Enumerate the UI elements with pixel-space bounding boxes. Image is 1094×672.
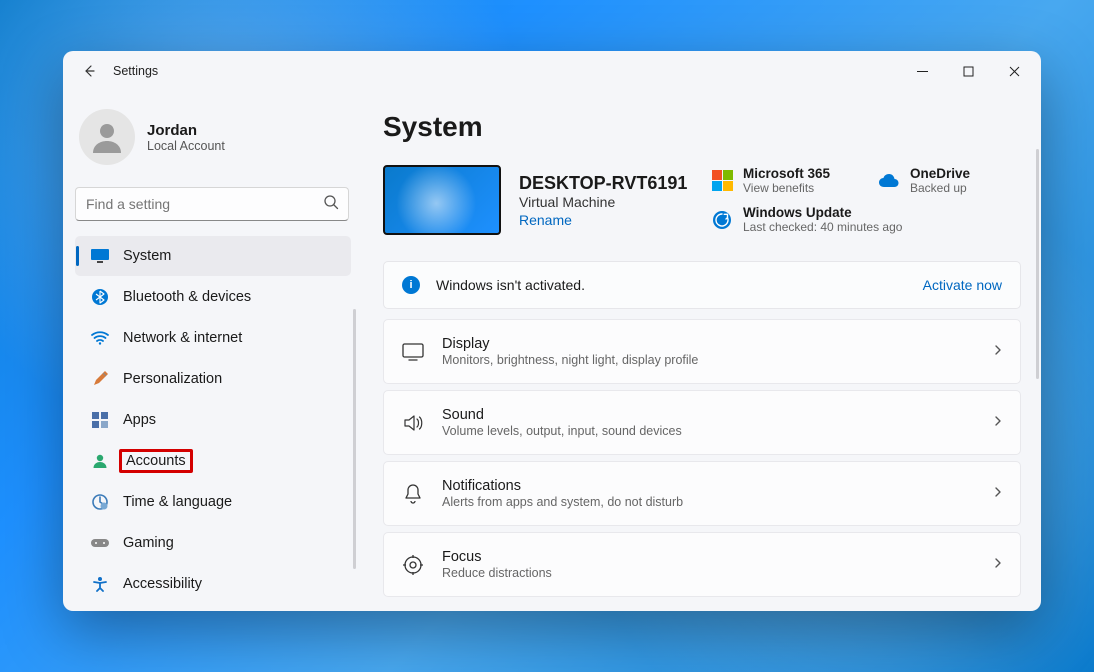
clock-globe-icon [91,494,109,510]
chevron-right-icon [992,485,1004,503]
chevron-right-icon [992,556,1004,574]
paintbrush-icon [91,371,109,387]
close-button[interactable] [991,56,1037,86]
quick-update[interactable]: Windows UpdateLast checked: 40 minutes a… [711,204,1021,235]
profile-name: Jordan [147,122,225,139]
card-title: Display [442,336,992,352]
sidebar-item-network-internet[interactable]: Network & internet [75,318,351,358]
person-icon [91,453,109,469]
sidebar-item-time-language[interactable]: Time & language [75,482,351,522]
accessibility-icon [91,576,109,592]
maximize-button[interactable] [945,56,991,86]
back-button[interactable] [75,57,103,85]
info-icon: i [402,276,420,294]
quick-m365[interactable]: Microsoft 365View benefits [711,165,854,196]
chevron-right-icon [992,343,1004,361]
sidebar-item-accounts[interactable]: Accounts [75,441,351,481]
bluetooth-icon [91,289,109,305]
sidebar-item-system[interactable]: System [75,236,351,276]
minimize-icon [917,66,928,77]
sidebar-item-accessibility[interactable]: Accessibility [75,564,351,604]
quick-update-title: Windows Update [743,205,902,220]
sidebar-item-label: Accessibility [123,576,202,592]
card-title: Sound [442,407,992,423]
search-input[interactable] [75,187,349,221]
quick-links: Microsoft 365View benefits OneDriveBacke… [711,165,1021,235]
search-container [75,187,349,221]
update-icon [711,209,733,231]
gamepad-icon [91,537,109,549]
main-scrollbar[interactable] [1036,149,1039,379]
sidebar-item-personalization[interactable]: Personalization [75,359,351,399]
search-icon [323,194,339,215]
minimize-button[interactable] [899,56,945,86]
sidebar-item-label: Personalization [123,371,222,387]
close-icon [1009,66,1020,77]
card-title: Notifications [442,478,992,494]
card-subtitle: Volume levels, output, input, sound devi… [442,424,992,438]
settings-card-notifications[interactable]: NotificationsAlerts from apps and system… [383,461,1021,526]
settings-card-display[interactable]: DisplayMonitors, brightness, night light… [383,319,1021,384]
main-content: System DESKTOP-RVT6191 Virtual Machine R… [363,91,1041,611]
quick-m365-sub: View benefits [743,181,830,195]
arrow-left-icon [81,63,97,79]
sidebar-item-gaming[interactable]: Gaming [75,523,351,563]
sidebar-item-apps[interactable]: Apps [75,400,351,440]
device-thumbnail[interactable] [383,165,501,235]
settings-card-sound[interactable]: SoundVolume levels, output, input, sound… [383,390,1021,455]
profile-block[interactable]: Jordan Local Account [75,99,363,179]
activation-banner: i Windows isn't activated. Activate now [383,261,1021,309]
activate-link[interactable]: Activate now [923,277,1002,293]
card-subtitle: Reduce distractions [442,566,992,580]
quick-onedrive-sub: Backed up [910,181,970,195]
monitor-icon [91,249,109,263]
microsoft-logo-icon [711,170,733,192]
sidebar-item-label: Time & language [123,494,232,510]
card-title: Focus [442,549,992,565]
bell-icon [400,483,426,505]
sidebar-item-label: System [123,248,171,264]
quick-m365-title: Microsoft 365 [743,166,830,181]
window-title: Settings [113,64,158,78]
device-name: DESKTOP-RVT6191 [519,173,687,194]
quick-update-sub: Last checked: 40 minutes ago [743,220,902,234]
display-icon [400,343,426,361]
settings-card-focus[interactable]: FocusReduce distractions [383,532,1021,597]
card-subtitle: Monitors, brightness, night light, displ… [442,353,992,367]
sidebar-item-label: Network & internet [123,330,242,346]
device-row: DESKTOP-RVT6191 Virtual Machine Rename M… [383,165,1021,235]
grid-icon [91,412,109,428]
focus-icon [400,555,426,575]
quick-onedrive[interactable]: OneDriveBacked up [878,165,1021,196]
banner-text: Windows isn't activated. [436,277,923,293]
settings-window: Settings Jordan Local Account [63,51,1041,611]
sidebar-item-bluetooth-devices[interactable]: Bluetooth & devices [75,277,351,317]
page-title: System [383,111,1021,143]
rename-link[interactable]: Rename [519,212,687,228]
sidebar-item-label: Bluetooth & devices [123,289,251,305]
wifi-icon [91,331,109,345]
maximize-icon [963,66,974,77]
cloud-icon [878,170,900,192]
nav-list: System Bluetooth & devices Network & inter… [75,235,363,611]
sound-icon [400,414,426,432]
profile-subtitle: Local Account [147,139,225,153]
sidebar: Jordan Local Account System Bluetooth & d… [63,91,363,611]
sidebar-item-label: Apps [123,412,156,428]
chevron-right-icon [992,414,1004,432]
sidebar-item-label: Accounts [126,453,186,469]
card-subtitle: Alerts from apps and system, do not dist… [442,495,992,509]
titlebar: Settings [63,51,1041,91]
quick-onedrive-title: OneDrive [910,166,970,181]
avatar [79,109,135,165]
sidebar-item-label: Gaming [123,535,174,551]
sidebar-scrollbar[interactable] [353,309,356,569]
device-type: Virtual Machine [519,194,687,210]
